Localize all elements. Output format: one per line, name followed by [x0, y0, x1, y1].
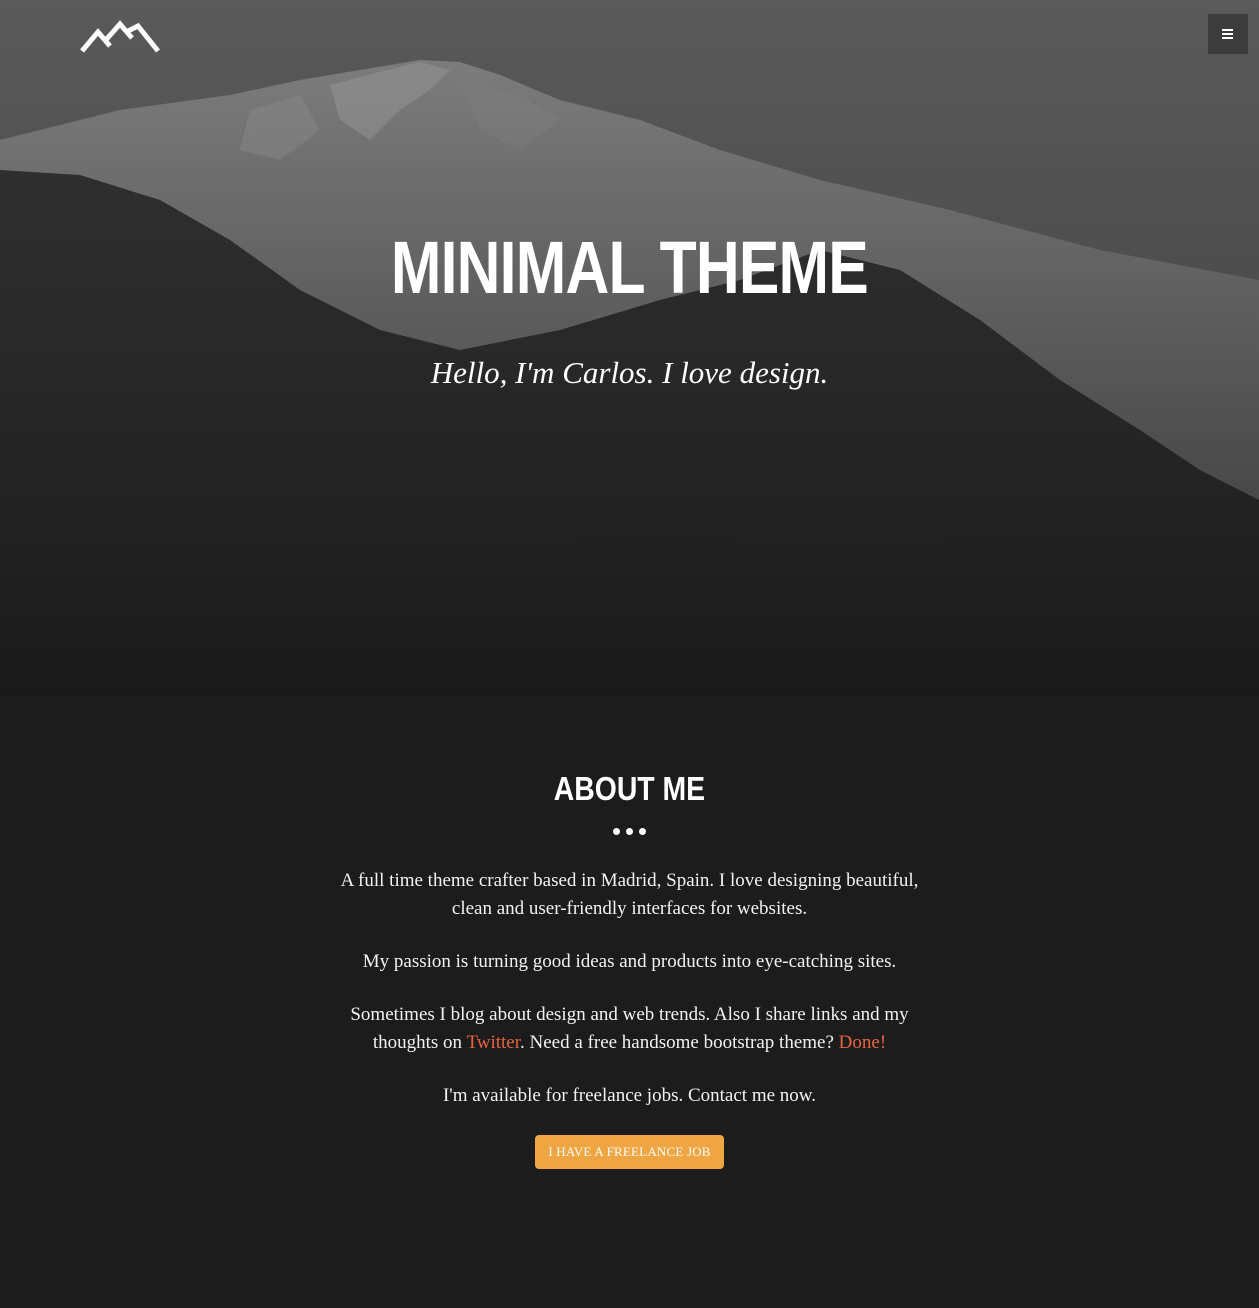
hamburger-menu-icon	[1222, 29, 1233, 39]
hero-subtitle: Hello, I'm Carlos. I love design.	[430, 355, 829, 390]
dots-divider	[612, 828, 648, 836]
mountain-background-image	[0, 0, 1259, 695]
about-paragraph-3-middle: . Need a free handsome bootstrap theme?	[520, 1032, 839, 1053]
about-paragraph-4: I'm available for freelance jobs. Contac…	[442, 1085, 817, 1106]
about-paragraph-3: Sometimes I blog about design and web tr…	[330, 1001, 929, 1057]
mountain-logo-icon[interactable]	[80, 20, 160, 54]
about-section: ABOUT ME A full time theme crafter based…	[0, 695, 1259, 1308]
twitter-link[interactable]: Twitter	[466, 1032, 520, 1053]
done-link[interactable]: Done!	[839, 1032, 886, 1053]
about-paragraph-1: A full time theme crafter based in Madri…	[340, 870, 919, 919]
about-title: ABOUT ME	[553, 770, 706, 807]
about-paragraph-2: My passion is turning good ideas and pro…	[362, 951, 897, 972]
freelance-job-button[interactable]: I HAVE A FREELANCE JOB	[535, 1135, 724, 1169]
menu-button[interactable]	[1208, 14, 1248, 54]
hero-title: MINIMAL THEME	[390, 226, 869, 309]
hero-section: MINIMAL THEME Hello, I'm Carlos. I love …	[0, 0, 1259, 695]
page: MINIMAL THEME Hello, I'm Carlos. I love …	[0, 0, 1259, 1308]
